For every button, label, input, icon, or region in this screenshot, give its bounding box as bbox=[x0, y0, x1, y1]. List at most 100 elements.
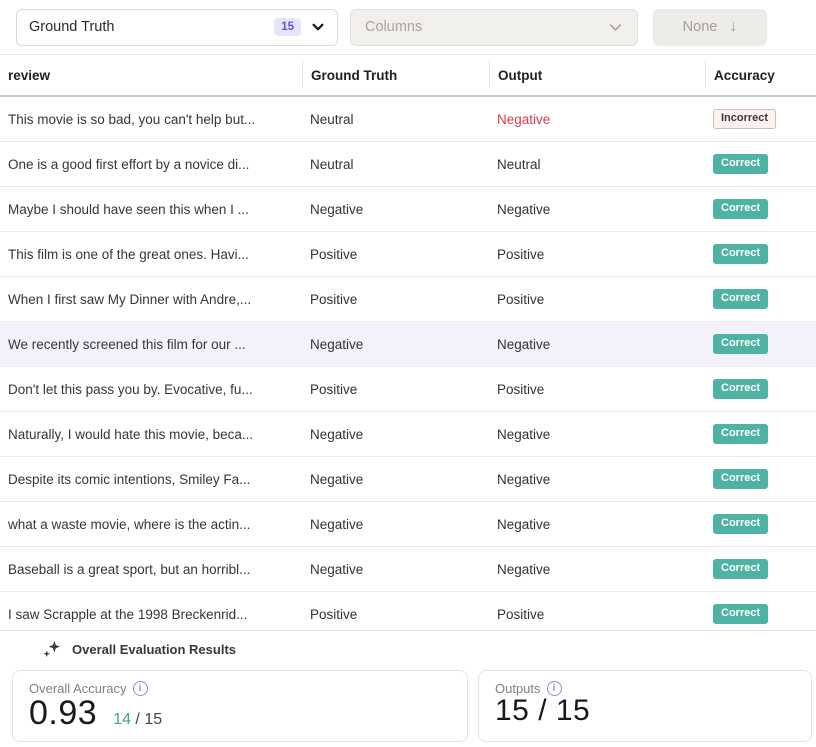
output-cell: Negative bbox=[489, 427, 705, 442]
accuracy-fraction: 14 / 15 bbox=[113, 711, 162, 729]
output-cell: Negative bbox=[489, 517, 705, 532]
accuracy-badge: Correct bbox=[713, 514, 768, 534]
review-cell: When I first saw My Dinner with Andre,..… bbox=[0, 292, 302, 307]
accuracy-badge: Correct bbox=[713, 469, 768, 489]
column-header-accuracy[interactable]: Accuracy bbox=[705, 61, 816, 89]
review-cell: Don't let this pass you by. Evocative, f… bbox=[0, 382, 302, 397]
accuracy-cell: Correct bbox=[705, 514, 816, 534]
output-cell: Positive bbox=[489, 292, 705, 307]
accuracy-badge: Correct bbox=[713, 199, 768, 219]
accuracy-badge: Correct bbox=[713, 559, 768, 579]
accuracy-badge: Correct bbox=[713, 379, 768, 399]
ground-truth-cell: Positive bbox=[302, 607, 489, 622]
review-cell: This film is one of the great ones. Havi… bbox=[0, 247, 302, 262]
accuracy-badge: Correct bbox=[713, 334, 768, 354]
footer-header: Overall Evaluation Results bbox=[0, 631, 816, 659]
accuracy-cell: Correct bbox=[705, 334, 816, 354]
accuracy-cell: Correct bbox=[705, 604, 816, 624]
review-cell: Baseball is a great sport, but an horrib… bbox=[0, 562, 302, 577]
accuracy-badge: Correct bbox=[713, 244, 768, 264]
column-header-output[interactable]: Output bbox=[489, 61, 705, 89]
output-cell: Positive bbox=[489, 607, 705, 622]
toolbar: Ground Truth 15 Columns None ↓ bbox=[0, 0, 816, 55]
review-cell: We recently screened this film for our .… bbox=[0, 337, 302, 352]
chevron-down-icon bbox=[311, 20, 325, 34]
accuracy-badge: Incorrect bbox=[713, 109, 776, 129]
accuracy-cell: Correct bbox=[705, 469, 816, 489]
sort-button-label: None bbox=[683, 19, 718, 35]
ground-truth-cell: Negative bbox=[302, 517, 489, 532]
review-cell: Despite its comic intentions, Smiley Fa.… bbox=[0, 472, 302, 487]
table-header: review Ground Truth Output Accuracy bbox=[0, 55, 816, 97]
ground-truth-cell: Negative bbox=[302, 472, 489, 487]
ground-truth-cell: Negative bbox=[302, 202, 489, 217]
columns-select-placeholder: Columns bbox=[365, 19, 608, 35]
ground-truth-cell: Positive bbox=[302, 382, 489, 397]
sort-button[interactable]: None ↓ bbox=[653, 9, 767, 46]
table-body: This movie is so bad, you can't help but… bbox=[0, 97, 816, 637]
outputs-value: 15 / 15 bbox=[495, 694, 590, 728]
summary-cards: Overall Accuracy i 0.93 14 / 15 Outputs … bbox=[12, 670, 812, 742]
ground-truth-cell: Negative bbox=[302, 427, 489, 442]
ground-truth-cell: Positive bbox=[302, 292, 489, 307]
footer-title: Overall Evaluation Results bbox=[72, 642, 236, 657]
table-row[interactable]: Don't let this pass you by. Evocative, f… bbox=[0, 367, 816, 412]
ground-truth-cell: Negative bbox=[302, 337, 489, 352]
accuracy-badge: Correct bbox=[713, 604, 768, 624]
output-cell: Negative bbox=[489, 562, 705, 577]
ground-truth-cell: Positive bbox=[302, 247, 489, 262]
evaluation-results-panel: Ground Truth 15 Columns None ↓ review Gr… bbox=[0, 0, 816, 747]
accuracy-cell: Incorrect bbox=[705, 109, 816, 129]
review-cell: Maybe I should have seen this when I ... bbox=[0, 202, 302, 217]
accuracy-badge: Correct bbox=[713, 289, 768, 309]
review-cell: One is a good first effort by a novice d… bbox=[0, 157, 302, 172]
table-row[interactable]: This movie is so bad, you can't help but… bbox=[0, 97, 816, 142]
output-cell: Positive bbox=[489, 247, 705, 262]
chevron-down-icon bbox=[608, 20, 623, 35]
table-row[interactable]: Maybe I should have seen this when I ...… bbox=[0, 187, 816, 232]
table-row[interactable]: One is a good first effort by a novice d… bbox=[0, 142, 816, 187]
table-row[interactable]: This film is one of the great ones. Havi… bbox=[0, 232, 816, 277]
column-header-review[interactable]: review bbox=[0, 61, 302, 89]
output-cell: Negative bbox=[489, 337, 705, 352]
output-cell: Negative bbox=[489, 472, 705, 487]
info-icon[interactable]: i bbox=[133, 681, 148, 696]
table-row[interactable]: We recently screened this film for our .… bbox=[0, 322, 816, 367]
accuracy-cell: Correct bbox=[705, 379, 816, 399]
table-row[interactable]: Despite its comic intentions, Smiley Fa.… bbox=[0, 457, 816, 502]
output-cell: Neutral bbox=[489, 157, 705, 172]
accuracy-cell: Correct bbox=[705, 289, 816, 309]
accuracy-cell: Correct bbox=[705, 154, 816, 174]
output-cell: Positive bbox=[489, 382, 705, 397]
output-cell: Negative bbox=[489, 202, 705, 217]
ground-truth-dropdown[interactable]: Ground Truth 15 bbox=[16, 9, 338, 46]
review-cell: I saw Scrapple at the 1998 Breckenrid... bbox=[0, 607, 302, 622]
table-row[interactable]: When I first saw My Dinner with Andre,..… bbox=[0, 277, 816, 322]
output-cell: Negative bbox=[489, 112, 705, 127]
columns-select[interactable]: Columns bbox=[350, 9, 638, 46]
table-row[interactable]: Naturally, I would hate this movie, beca… bbox=[0, 412, 816, 457]
ground-truth-cell: Negative bbox=[302, 562, 489, 577]
overall-results-footer: Overall Evaluation Results Overall Accur… bbox=[0, 630, 816, 747]
table-row[interactable]: what a waste movie, where is the actin..… bbox=[0, 502, 816, 547]
review-cell: what a waste movie, where is the actin..… bbox=[0, 517, 302, 532]
outputs-card: Outputs i 15 / 15 bbox=[478, 670, 812, 742]
ground-truth-cell: Neutral bbox=[302, 112, 489, 127]
sort-direction-down-icon: ↓ bbox=[729, 19, 737, 35]
accuracy-cell: Correct bbox=[705, 244, 816, 264]
review-cell: This movie is so bad, you can't help but… bbox=[0, 112, 302, 127]
ground-truth-dropdown-label: Ground Truth bbox=[29, 19, 274, 35]
table-row[interactable]: Baseball is a great sport, but an horrib… bbox=[0, 547, 816, 592]
overall-accuracy-card: Overall Accuracy i 0.93 14 / 15 bbox=[12, 670, 468, 742]
column-header-ground-truth[interactable]: Ground Truth bbox=[302, 61, 489, 89]
accuracy-cell: Correct bbox=[705, 199, 816, 219]
ground-truth-cell: Neutral bbox=[302, 157, 489, 172]
sparkles-icon bbox=[42, 640, 61, 659]
accuracy-badge: Correct bbox=[713, 424, 768, 444]
accuracy-cell: Correct bbox=[705, 559, 816, 579]
row-count-badge: 15 bbox=[274, 18, 301, 36]
overall-accuracy-value: 0.93 bbox=[29, 694, 97, 733]
accuracy-badge: Correct bbox=[713, 154, 768, 174]
review-cell: Naturally, I would hate this movie, beca… bbox=[0, 427, 302, 442]
results-table: review Ground Truth Output Accuracy This… bbox=[0, 55, 816, 637]
